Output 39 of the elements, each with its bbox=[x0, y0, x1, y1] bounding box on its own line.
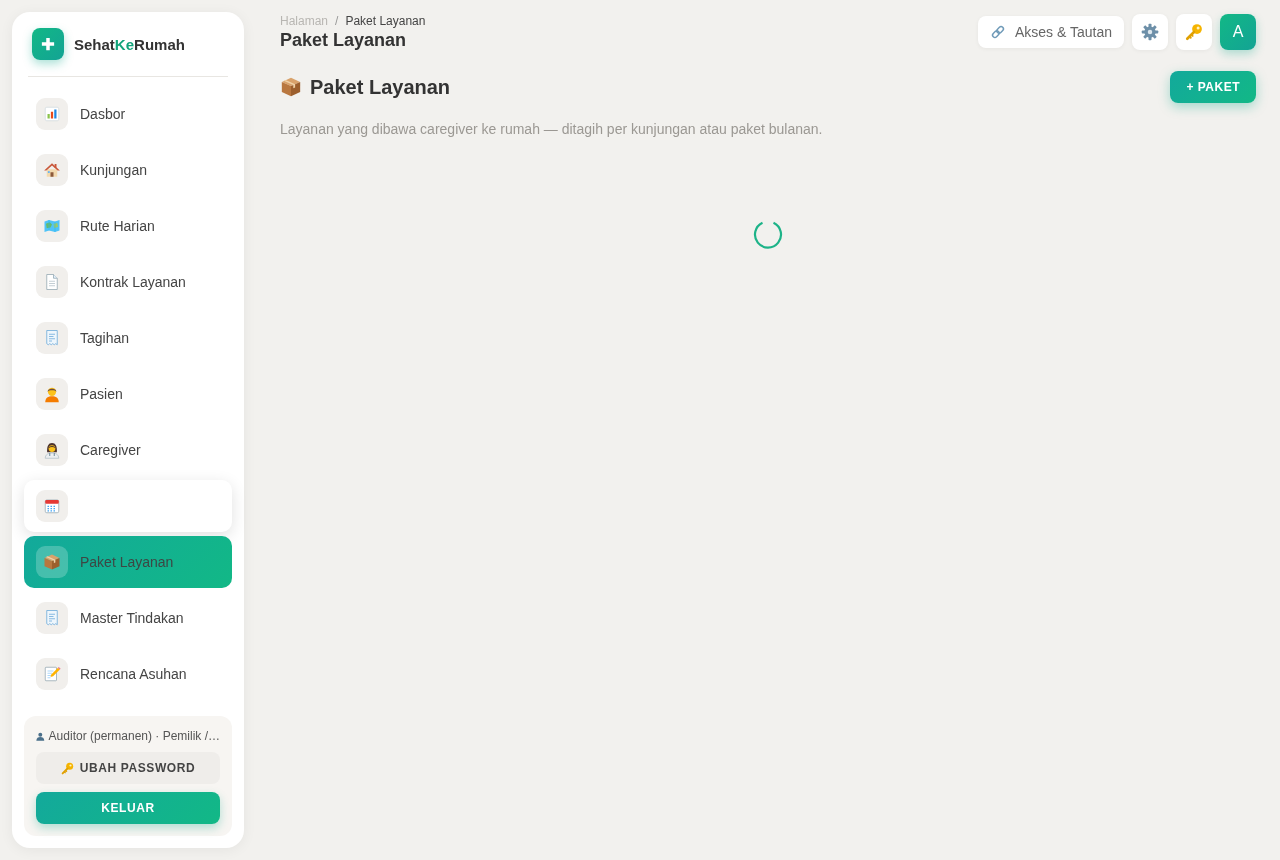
page-title: Paket Layanan bbox=[280, 29, 408, 51]
change-password-button[interactable]: UBAH PASSWORD bbox=[36, 752, 220, 784]
sidebar-item[interactable]: Rute Harian bbox=[24, 200, 232, 252]
sidebar-item[interactable]: Kunjungan bbox=[24, 144, 232, 196]
sidebar-item[interactable]: Paket Layanan bbox=[24, 536, 232, 588]
sidebar-item[interactable] bbox=[24, 480, 232, 532]
document-icon bbox=[36, 266, 68, 298]
package-icon bbox=[280, 76, 302, 98]
breadcrumb-separator: / bbox=[335, 14, 339, 28]
plus-logo-icon bbox=[32, 28, 64, 60]
receipt-icon bbox=[36, 322, 68, 354]
key-icon bbox=[1185, 23, 1203, 41]
package-icon bbox=[36, 546, 68, 578]
health-worker-icon bbox=[36, 434, 68, 466]
settings-icon bbox=[1141, 23, 1159, 41]
sidebar-item[interactable]: Kontrak Layanan bbox=[24, 256, 232, 308]
receipt-icon bbox=[36, 602, 68, 634]
settings-button[interactable] bbox=[1132, 14, 1168, 50]
house-icon bbox=[36, 154, 68, 186]
sidebar-item[interactable]: Tagihan bbox=[24, 312, 232, 364]
person-icon bbox=[36, 378, 68, 410]
sidebar-item[interactable]: Rencana Asuhan bbox=[24, 648, 232, 700]
page-description: Layanan yang dibawa caregiver ke rumah — ditagih per kunjungan atau paket bulanan. bbox=[280, 120, 824, 139]
link-icon bbox=[989, 24, 1006, 40]
breadcrumb-current: Paket Layanan bbox=[345, 14, 426, 28]
sidebar-item[interactable]: Dasbor bbox=[24, 88, 232, 140]
memo-icon bbox=[36, 658, 68, 690]
map-icon bbox=[36, 210, 68, 242]
brand-name: SehatKeRumah bbox=[74, 35, 185, 53]
sidebar-item[interactable]: Pasien bbox=[24, 368, 232, 420]
access-links-button[interactable]: Akses & Tautan bbox=[977, 16, 1124, 48]
calendar-icon bbox=[36, 490, 68, 522]
section-heading: Paket Layanan bbox=[310, 75, 451, 99]
sidebar-item[interactable]: Caregiver bbox=[24, 424, 232, 476]
sidebar-item[interactable]: Master Tindakan bbox=[24, 592, 232, 644]
key-button[interactable] bbox=[1176, 14, 1212, 50]
account-role-label: Auditor (permanen) · Pemilik /… bbox=[48, 729, 220, 743]
key-icon bbox=[60, 761, 74, 775]
bar-chart-icon bbox=[36, 98, 68, 130]
